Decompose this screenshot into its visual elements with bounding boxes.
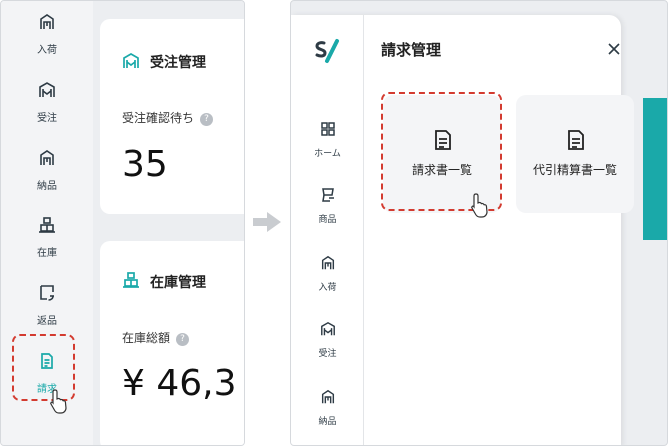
invoice-icon [568, 130, 584, 150]
orders-icon [39, 82, 55, 97]
orders-icon [320, 321, 335, 336]
arrow-right-icon [253, 212, 281, 232]
delivery-icon [321, 389, 334, 404]
logo-icon [315, 39, 339, 63]
sidebar-item-home[interactable]: ホーム [291, 121, 364, 159]
sidebar-item-delivery[interactable]: 納品 [1, 149, 93, 192]
billing-menu-panel: ホーム 商品 入荷 受注 納品 請求管理 請求書一覧 代引精算書一覧 [291, 15, 634, 445]
delivery-icon [40, 150, 54, 165]
pointer-cursor-icon [50, 389, 67, 414]
card-subtitle: 在庫総額? [122, 329, 190, 346]
sidebar-item-label: 入荷 [318, 283, 337, 293]
card-title: 在庫管理 [150, 275, 206, 291]
help-icon[interactable]: ? [200, 113, 214, 126]
sidebar-item-delivery[interactable]: 納品 [291, 389, 364, 427]
pointer-cursor-icon [471, 193, 488, 218]
orders-icon [123, 53, 139, 68]
right-screenshot: ホーム 商品 入荷 受注 納品 請求管理 請求書一覧 代引精算書一覧 [290, 0, 668, 446]
sidebar-item-inventory[interactable]: 在庫 [1, 216, 93, 259]
card-title: 受注管理 [150, 55, 206, 71]
sidebar-item-label: 在庫 [37, 248, 57, 259]
sidebar-item-label: 受注 [37, 113, 57, 124]
inventory-management-card[interactable]: 在庫管理 在庫総額? ¥ 46,3 [100, 241, 244, 445]
sidebar-item-label: 受注 [318, 349, 337, 359]
sidebar-item-orders[interactable]: 受注 [1, 81, 93, 124]
sidebar-item-label: ホーム [314, 149, 341, 159]
sidebar-item-inbound[interactable]: 入荷 [1, 13, 93, 56]
help-icon[interactable]: ? [176, 333, 190, 346]
card-value: ¥ 46,3 [122, 363, 237, 404]
menu-card-label: 代引精算書一覧 [532, 163, 617, 177]
sidebar-item-label: 入荷 [37, 45, 57, 56]
sidebar-item-orders[interactable]: 受注 [291, 321, 364, 359]
panel-title: 請求管理 [381, 41, 442, 59]
return-icon [40, 285, 54, 301]
inbound-icon [321, 255, 334, 270]
sidebar-item-returns[interactable]: 返品 [1, 284, 93, 327]
card-subtitle: 受注確認待ち? [122, 109, 214, 126]
sidebar-item-products[interactable]: 商品 [291, 187, 364, 225]
product-icon [321, 188, 334, 202]
cod-settlement-list-button[interactable]: 代引精算書一覧 [516, 95, 634, 213]
home-grid-icon [320, 122, 335, 136]
sidebar-item-label: 納品 [318, 417, 337, 427]
close-icon[interactable] [604, 39, 624, 59]
card-value: 35 [122, 144, 168, 185]
card-subtitle-text: 在庫総額 [122, 331, 171, 345]
sidebar-item-label: 納品 [37, 181, 57, 192]
inventory-icon [39, 217, 55, 233]
sidebar-item-label: 商品 [318, 215, 337, 225]
background-teal-panel [643, 98, 667, 240]
sidebar-item-label: 返品 [37, 316, 57, 327]
sidebar-item-inbound[interactable]: 入荷 [291, 255, 364, 293]
card-subtitle-text: 受注確認待ち [122, 111, 195, 125]
inventory-icon [123, 272, 139, 288]
order-management-card[interactable]: 受注管理 受注確認待ち? 35 [100, 19, 244, 214]
inbound-icon [40, 14, 54, 29]
panel-sidebar: ホーム 商品 入荷 受注 納品 [291, 15, 364, 445]
